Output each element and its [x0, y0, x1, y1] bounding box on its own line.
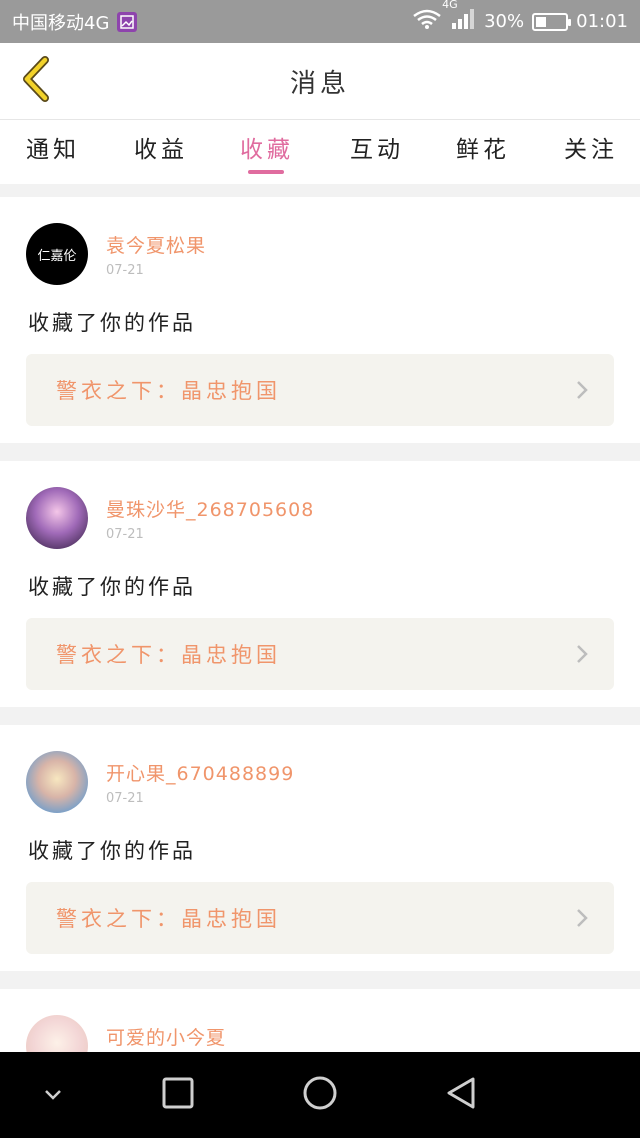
avatar[interactable]: [26, 1015, 88, 1052]
tab-favorites[interactable]: 收藏: [236, 130, 298, 174]
chevron-left-icon: [19, 56, 53, 106]
battery-fill: [536, 16, 546, 27]
screen: 中国移动4G 4G 30% 01:01 消息 通知 收益 收藏 互动 鲜花 关注…: [0, 0, 640, 1138]
username[interactable]: 曼珠沙华_268705608: [106, 495, 314, 522]
tab-label: 通知: [26, 137, 80, 163]
back-button[interactable]: [14, 56, 58, 106]
work-link[interactable]: 警衣之下：晶忠抱国: [26, 354, 614, 426]
work-link[interactable]: 警衣之下：晶忠抱国: [26, 618, 614, 690]
message-card: 开心果_670488899 07-21 收藏了你的作品 警衣之下：晶忠抱国: [0, 725, 640, 971]
username[interactable]: 袁今夏松果: [106, 231, 206, 258]
tab-label: 收益: [134, 137, 188, 163]
message-text: 收藏了你的作品: [28, 311, 196, 335]
avatar[interactable]: 仁嘉伦: [26, 223, 88, 285]
avatar-text: 仁嘉伦: [37, 248, 77, 264]
carrier-label: 中国移动4G: [12, 12, 110, 34]
tab-interactions[interactable]: 互动: [346, 130, 408, 174]
username[interactable]: 可爱的小今夏: [106, 1023, 226, 1050]
message-text: 收藏了你的作品: [28, 839, 196, 863]
message-date: 07-21: [106, 791, 144, 806]
tab-label: 关注: [564, 137, 618, 163]
message-card: 仁嘉伦 袁今夏松果 07-21 收藏了你的作品 警衣之下：晶忠抱国: [0, 197, 640, 443]
header: 消息: [0, 43, 640, 120]
clock: 01:01: [576, 11, 628, 32]
tab-flowers[interactable]: 鲜花: [452, 130, 514, 174]
status-bar: 中国移动4G 4G 30% 01:01: [0, 0, 640, 43]
message-card: 可爱的小今夏: [0, 989, 640, 1052]
avatar[interactable]: [26, 751, 88, 813]
triangle-back-icon: [445, 1076, 477, 1114]
wifi-icon: [412, 8, 442, 35]
signal-icon: 4G: [442, 0, 476, 35]
hide-nav-button[interactable]: [32, 1074, 74, 1116]
chevron-right-icon: [576, 380, 588, 404]
chevron-right-icon: [576, 644, 588, 668]
chevron-down-icon: [43, 1086, 63, 1105]
recents-button[interactable]: [157, 1074, 199, 1116]
battery-icon: [532, 12, 572, 31]
message-date: 07-21: [106, 263, 144, 278]
back-nav-button[interactable]: [440, 1074, 482, 1116]
page-title: 消息: [289, 68, 350, 99]
square-icon: [162, 1077, 194, 1113]
tab-following[interactable]: 关注: [560, 130, 622, 174]
avatar[interactable]: [26, 487, 88, 549]
work-link[interactable]: 警衣之下：晶忠抱国: [26, 882, 614, 954]
tab-label: 收藏: [240, 137, 294, 163]
tab-bar: 通知 收益 收藏 互动 鲜花 关注: [0, 120, 640, 184]
gallery-notification-icon: [117, 11, 138, 32]
work-title: 警衣之下：晶忠抱国: [56, 643, 281, 667]
tab-earnings[interactable]: 收益: [130, 130, 192, 174]
chevron-right-icon: [576, 908, 588, 932]
message-card: 曼珠沙华_268705608 07-21 收藏了你的作品 警衣之下：晶忠抱国: [0, 461, 640, 707]
message-text: 收藏了你的作品: [28, 575, 196, 599]
work-title: 警衣之下：晶忠抱国: [56, 907, 281, 931]
status-right: 4G 30% 01:01: [412, 0, 628, 35]
work-title: 警衣之下：晶忠抱国: [56, 379, 281, 403]
username[interactable]: 开心果_670488899: [106, 759, 294, 786]
battery-percent: 30%: [484, 11, 525, 32]
status-left: 中国移动4G: [12, 9, 138, 35]
tab-notifications[interactable]: 通知: [22, 130, 84, 174]
circle-icon: [302, 1075, 338, 1115]
tab-label: 鲜花: [456, 137, 510, 163]
network-type-label: 4G: [442, 0, 458, 11]
active-tab-indicator: [248, 170, 284, 174]
home-button[interactable]: [299, 1074, 341, 1116]
system-nav-bar: [0, 1052, 640, 1138]
tab-label: 互动: [350, 137, 404, 163]
message-date: 07-21: [106, 527, 144, 542]
